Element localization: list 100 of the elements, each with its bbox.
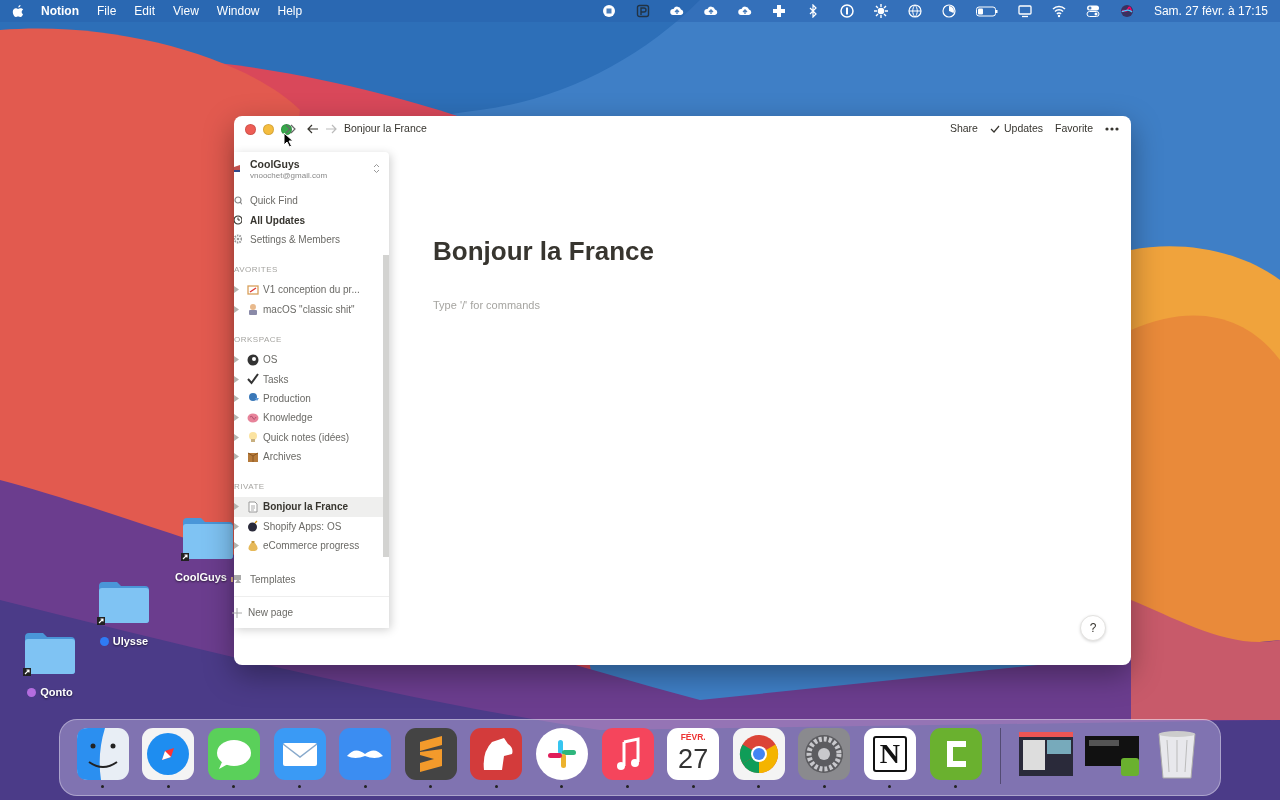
gear-icon <box>234 234 242 245</box>
page-title: Bonjour la France <box>433 236 656 268</box>
camtasia-logo-icon[interactable] <box>929 728 982 780</box>
sidebar-page[interactable]: Tasks <box>234 369 383 389</box>
globe-icon[interactable] <box>907 4 922 18</box>
toggle-icon[interactable] <box>1085 4 1100 18</box>
cloud-upload-icon[interactable] <box>703 4 718 18</box>
music-note-icon[interactable] <box>601 728 654 780</box>
caret-icon <box>234 453 239 461</box>
envelope-icon[interactable] <box>273 728 326 780</box>
sidebar-page[interactable]: eCommerce progress <box>234 536 383 556</box>
wifi-icon[interactable] <box>1051 4 1066 18</box>
sublime-logo-icon[interactable] <box>404 728 457 780</box>
lightbulb-icon <box>247 431 259 444</box>
sidebar-page[interactable]: Knowledge <box>234 408 383 428</box>
top-action-button[interactable]: Updates <box>983 121 1050 137</box>
caret-icon <box>234 305 239 313</box>
display-icon[interactable] <box>1017 4 1032 18</box>
plus-icon <box>232 607 242 618</box>
search-icon <box>234 195 242 206</box>
check-icon <box>247 373 259 386</box>
cloud-upload-icon[interactable] <box>737 4 752 18</box>
cursor-icon <box>283 132 294 148</box>
workspace-logo-icon <box>234 164 240 174</box>
calendar-icon[interactable]: FÉVR. 27 <box>667 728 720 780</box>
placeholder-text: Type '/' for commands <box>433 298 541 314</box>
top-action-button[interactable]: Share <box>943 121 984 137</box>
document-icon <box>247 501 259 513</box>
menu-item[interactable]: File <box>88 2 126 20</box>
window-close-button[interactable] <box>245 123 256 135</box>
sidebar-page[interactable]: Bonjour la France <box>234 497 383 517</box>
calendar-month: FÉVR. <box>680 731 706 744</box>
template-icon <box>234 574 244 585</box>
gear-icon[interactable] <box>798 728 851 780</box>
scrollbar[interactable] <box>383 255 389 557</box>
help-button[interactable]: ? <box>1080 615 1106 641</box>
section-label: AVORITES <box>234 264 279 277</box>
menu-item[interactable]: Help <box>268 2 312 20</box>
notion-logo-icon[interactable]: N <box>863 728 916 780</box>
top-action-button[interactable]: Favorite <box>1049 121 1099 137</box>
menu-item[interactable]: Window <box>207 2 269 20</box>
caret-icon <box>234 356 239 364</box>
app-menu[interactable]: Notion <box>32 2 88 20</box>
workspace-email: vnoochet@gmail.com <box>250 171 328 181</box>
folder-label[interactable]: CoolGuys <box>175 569 227 586</box>
sidebar-action[interactable]: Quick Find <box>234 191 383 211</box>
calendar-day: 27 <box>678 743 709 774</box>
new-page-button[interactable]: New page <box>234 596 389 628</box>
apple-icon <box>12 4 24 18</box>
sidebar-page[interactable]: macOS "classic shit" <box>234 299 383 319</box>
caret-icon <box>234 286 239 294</box>
money-bag-icon <box>247 539 259 552</box>
cloud-upload-icon[interactable] <box>669 4 684 18</box>
sidebar-action[interactable]: Settings & Members <box>234 229 383 250</box>
sidebar-page[interactable]: Production <box>234 388 383 409</box>
menu-clock[interactable]: Sam. 27 févr. à 17:15 <box>1153 2 1268 20</box>
sidebar-action[interactable]: All Updates <box>234 210 383 230</box>
ball-icon <box>247 353 259 366</box>
sidebar-page[interactable]: Quick notes (idées) <box>234 427 383 447</box>
bomb-icon <box>247 520 259 533</box>
caret-icon <box>234 503 239 511</box>
caret-icon <box>234 414 239 422</box>
clock-icon[interactable] <box>941 4 956 18</box>
bear-icon[interactable] <box>470 728 523 780</box>
folder-label[interactable]: Qonto <box>40 684 73 701</box>
clock-icon <box>234 215 242 226</box>
compass-icon[interactable] <box>142 728 195 780</box>
brain-icon <box>247 411 259 424</box>
battery-icon[interactable] <box>975 4 998 18</box>
section-label: RIVATE <box>234 481 266 494</box>
siri-icon[interactable] <box>1119 4 1134 18</box>
stop-icon[interactable] <box>601 4 616 18</box>
menu-item[interactable]: View <box>164 2 208 20</box>
caret-icon <box>234 433 239 441</box>
double-chevron-icon[interactable] <box>285 124 297 134</box>
chat-bubble-icon[interactable] <box>208 728 260 780</box>
back-arrow-icon[interactable] <box>307 124 319 134</box>
sidebar-page[interactable]: Shopify Apps: OS <box>234 516 383 537</box>
workspace-name[interactable]: CoolGuys <box>250 158 328 171</box>
caret-icon <box>234 375 239 383</box>
caret-icon <box>234 394 239 402</box>
chrome-logo-icon[interactable] <box>732 728 785 780</box>
section-label: ORKSPACE <box>234 333 283 346</box>
up-down-chevron-icon[interactable] <box>373 163 380 174</box>
package-icon <box>247 450 259 463</box>
mustache-icon[interactable] <box>339 728 392 780</box>
folder-label[interactable]: Ulysse <box>112 633 149 650</box>
sun-icon[interactable] <box>873 4 888 18</box>
finder-icon[interactable] <box>76 728 129 780</box>
plus-icon[interactable] <box>771 4 786 18</box>
sidebar-page[interactable]: V1 conception du pr... <box>234 280 383 300</box>
sidebar-page[interactable]: OS <box>234 349 383 370</box>
sidebar-action[interactable]: Templates <box>234 569 383 589</box>
breadcrumb-link[interactable]: Bonjour la France <box>344 121 427 137</box>
more-icon[interactable] <box>1105 127 1119 131</box>
sidebar-page[interactable]: Archives <box>234 446 383 467</box>
power-icon[interactable] <box>839 4 854 18</box>
person-icon <box>247 303 259 316</box>
check-icon <box>989 125 1000 133</box>
menu-item[interactable]: Edit <box>125 2 165 20</box>
